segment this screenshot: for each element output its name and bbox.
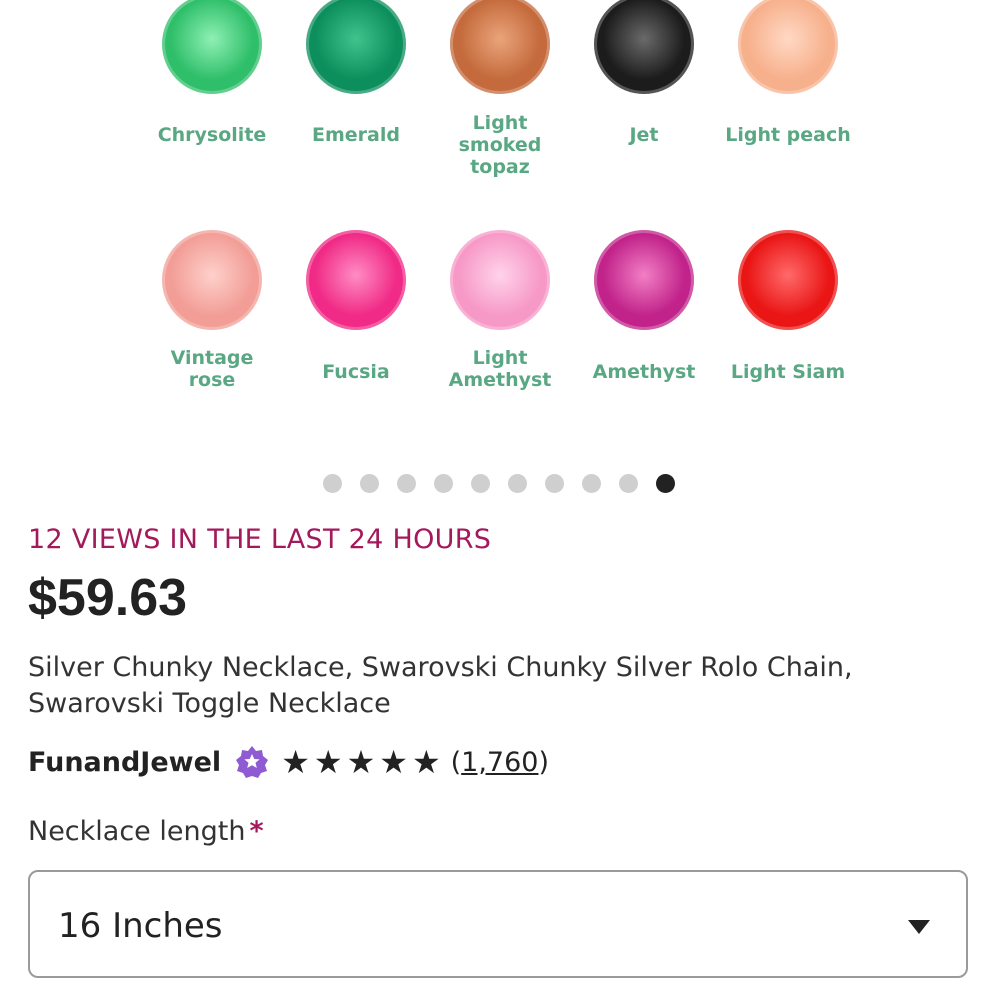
listing-title: Silver Chunky Necklace, Swarovski Chunky… <box>28 650 968 722</box>
star-seller-badge-icon[interactable] <box>235 745 269 779</box>
gem-icon <box>162 230 262 330</box>
carousel-dot[interactable] <box>323 474 342 493</box>
star-icon: ★ <box>411 743 441 781</box>
star-icon: ★ <box>313 743 343 781</box>
gem-icon <box>162 0 262 94</box>
price: $59.63 <box>28 569 188 627</box>
gem-label-line: Light <box>472 347 528 369</box>
gem-icon <box>450 0 550 94</box>
review-count-number: 1,760 <box>461 746 539 778</box>
gem-label: Light smoked topaz <box>428 112 572 178</box>
option-label-text: Necklace length <box>28 816 246 847</box>
carousel-dot[interactable] <box>434 474 453 493</box>
product-image-color-chart[interactable]: Chrysolite Emerald Light smoked topaz Jet Lig… <box>140 0 860 460</box>
gem-label-line: Light peach <box>725 124 851 146</box>
star-icon: ★ <box>379 743 408 781</box>
carousel-dot[interactable] <box>656 474 675 493</box>
gem-label: Chrysolite <box>140 124 284 146</box>
gem-icon <box>738 230 838 330</box>
star-icon: ★ <box>281 743 310 781</box>
gem-icon <box>450 230 550 330</box>
listing-title-line: Silver Chunky Necklace, Swarovski Chunky… <box>28 652 853 683</box>
gem-icon <box>306 0 406 94</box>
gem-label-line: Light smoked <box>458 112 542 156</box>
gem-label: Light Amethyst <box>428 347 572 391</box>
selected-value: 16 Inches <box>58 906 223 946</box>
carousel-dot[interactable] <box>360 474 379 493</box>
gem-label-line: Jet <box>629 124 659 146</box>
gem-label: Fucsia <box>284 361 428 383</box>
review-count-link[interactable]: (1,760) <box>451 747 549 778</box>
caret-down-icon <box>908 920 930 934</box>
gem-label-line: rose <box>188 369 236 391</box>
shop-row: FunandJewel ★ ★ ★ ★ ★ (1,760) <box>28 740 549 784</box>
gem-label-line: Chrysolite <box>157 124 267 146</box>
gem-label-line: topaz <box>470 156 530 178</box>
review-count-close: ) <box>538 746 550 778</box>
gem-label-line: Amethyst <box>592 361 696 383</box>
gem-label: Light peach <box>716 124 860 146</box>
gem-label-line: Amethyst <box>448 369 552 391</box>
listing-title-line: Swarovski Toggle Necklace <box>28 688 391 719</box>
necklace-length-select[interactable]: 16 Inches <box>28 870 968 978</box>
gem-label: Emerald <box>284 124 428 146</box>
gem-label: Amethyst <box>572 361 716 383</box>
gem-label: Jet <box>572 124 716 146</box>
gem-icon <box>594 230 694 330</box>
gem-label-line: Emerald <box>312 124 400 146</box>
carousel-dot[interactable] <box>582 474 601 493</box>
carousel-dot[interactable] <box>619 474 638 493</box>
carousel-dot[interactable] <box>471 474 490 493</box>
gem-icon <box>594 0 694 94</box>
necklace-length-label: Necklace length * <box>28 816 264 847</box>
star-icon: ★ <box>346 743 376 781</box>
carousel-dots <box>323 474 675 494</box>
gem-label-line: Vintage <box>170 347 254 369</box>
required-indicator: * <box>249 816 264 847</box>
gem-label-line: Light Siam <box>730 361 846 383</box>
views-notice: 12 VIEWS IN THE LAST 24 HOURS <box>28 524 492 555</box>
review-count-open: ( <box>450 746 462 778</box>
rating-stars[interactable]: ★ ★ ★ ★ ★ <box>281 746 440 778</box>
carousel-dot[interactable] <box>545 474 564 493</box>
gem-icon <box>306 230 406 330</box>
gem-label: Light Siam <box>716 361 860 383</box>
carousel-dot[interactable] <box>508 474 527 493</box>
shop-name-link[interactable]: FunandJewel <box>28 747 221 778</box>
gem-label-line: Fucsia <box>322 361 390 383</box>
gem-icon <box>738 0 838 94</box>
carousel-dot[interactable] <box>397 474 416 493</box>
gem-label: Vintage rose <box>140 347 284 391</box>
